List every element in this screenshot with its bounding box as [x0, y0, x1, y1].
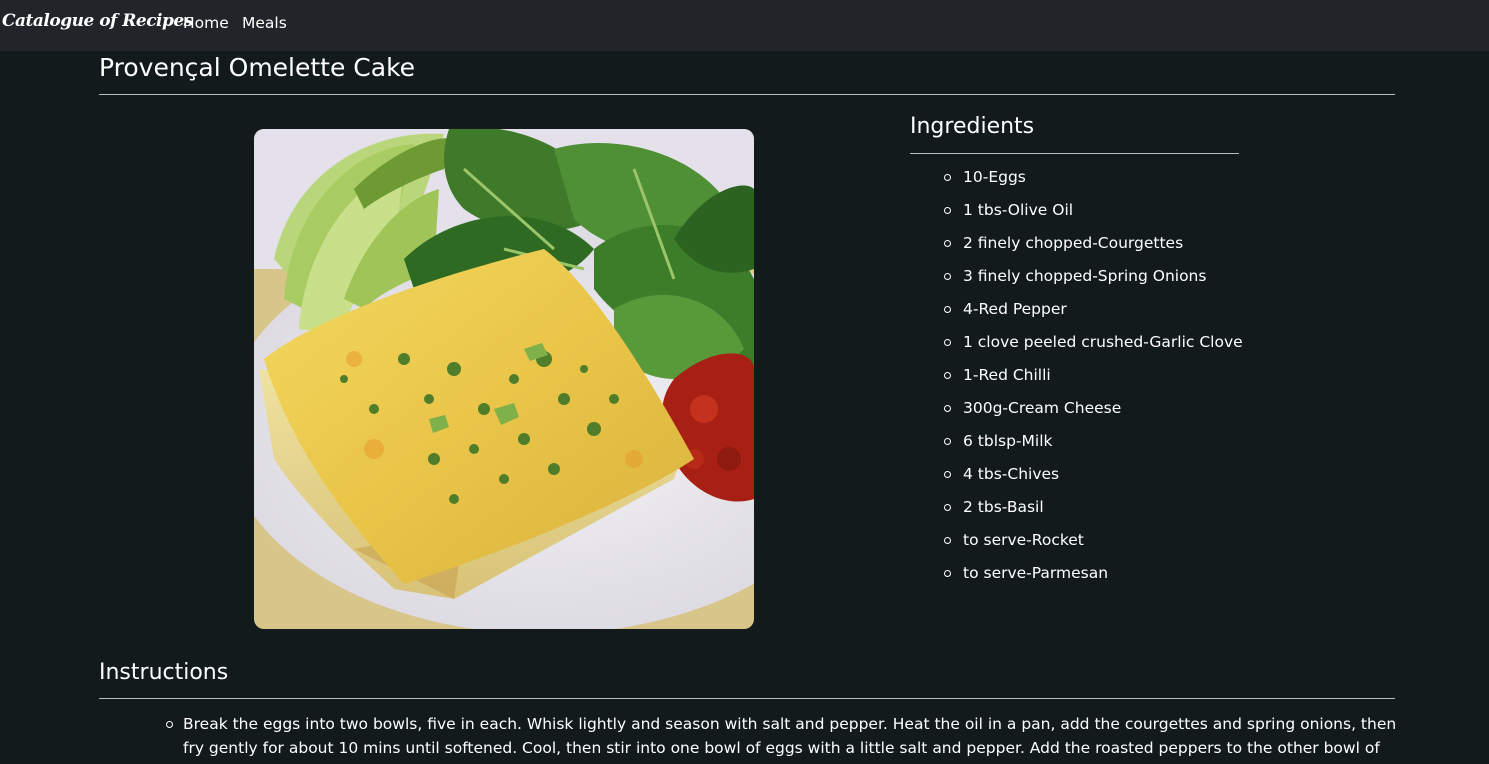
ingredients-divider — [910, 153, 1239, 154]
ingredient-item: 1-Red Chilli — [944, 364, 1243, 397]
instructions-divider — [99, 698, 1395, 699]
ingredient-item: to serve-Rocket — [944, 529, 1243, 562]
brand-logo[interactable]: Catalogue of Recipes — [2, 11, 193, 31]
ingredient-item: 3 finely chopped-Spring Onions — [944, 265, 1243, 298]
ingredient-item: 4-Red Pepper — [944, 298, 1243, 331]
title-divider — [99, 94, 1395, 95]
nav-link-home[interactable]: Home — [183, 14, 229, 32]
instruction-step: Break the eggs into two bowls, five in e… — [166, 712, 1398, 760]
ingredient-item: 2 finely chopped-Courgettes — [944, 232, 1243, 265]
ingredient-item: to serve-Parmesan — [944, 562, 1243, 595]
ingredient-item: 4 tbs-Chives — [944, 463, 1243, 496]
meal-image — [254, 129, 754, 629]
nav-link-meals[interactable]: Meals — [242, 14, 287, 32]
page-title: Provençal Omelette Cake — [99, 53, 416, 82]
ingredient-item: 2 tbs-Basil — [944, 496, 1243, 529]
ingredients-list: 10-Eggs 1 tbs-Olive Oil 2 finely chopped… — [944, 166, 1243, 595]
ingredient-item: 6 tblsp-Milk — [944, 430, 1243, 463]
ingredient-item: 300g-Cream Cheese — [944, 397, 1243, 430]
ingredients-heading: Ingredients — [910, 114, 1035, 139]
ingredient-item: 1 tbs-Olive Oil — [944, 199, 1243, 232]
ingredient-item: 1 clove peeled crushed-Garlic Clove — [944, 331, 1243, 364]
instructions-heading: Instructions — [99, 660, 229, 685]
instructions-list: Break the eggs into two bowls, five in e… — [166, 712, 1398, 760]
ingredient-item: 10-Eggs — [944, 166, 1243, 199]
navbar: Catalogue of Recipes Home Meals — [0, 0, 1489, 51]
